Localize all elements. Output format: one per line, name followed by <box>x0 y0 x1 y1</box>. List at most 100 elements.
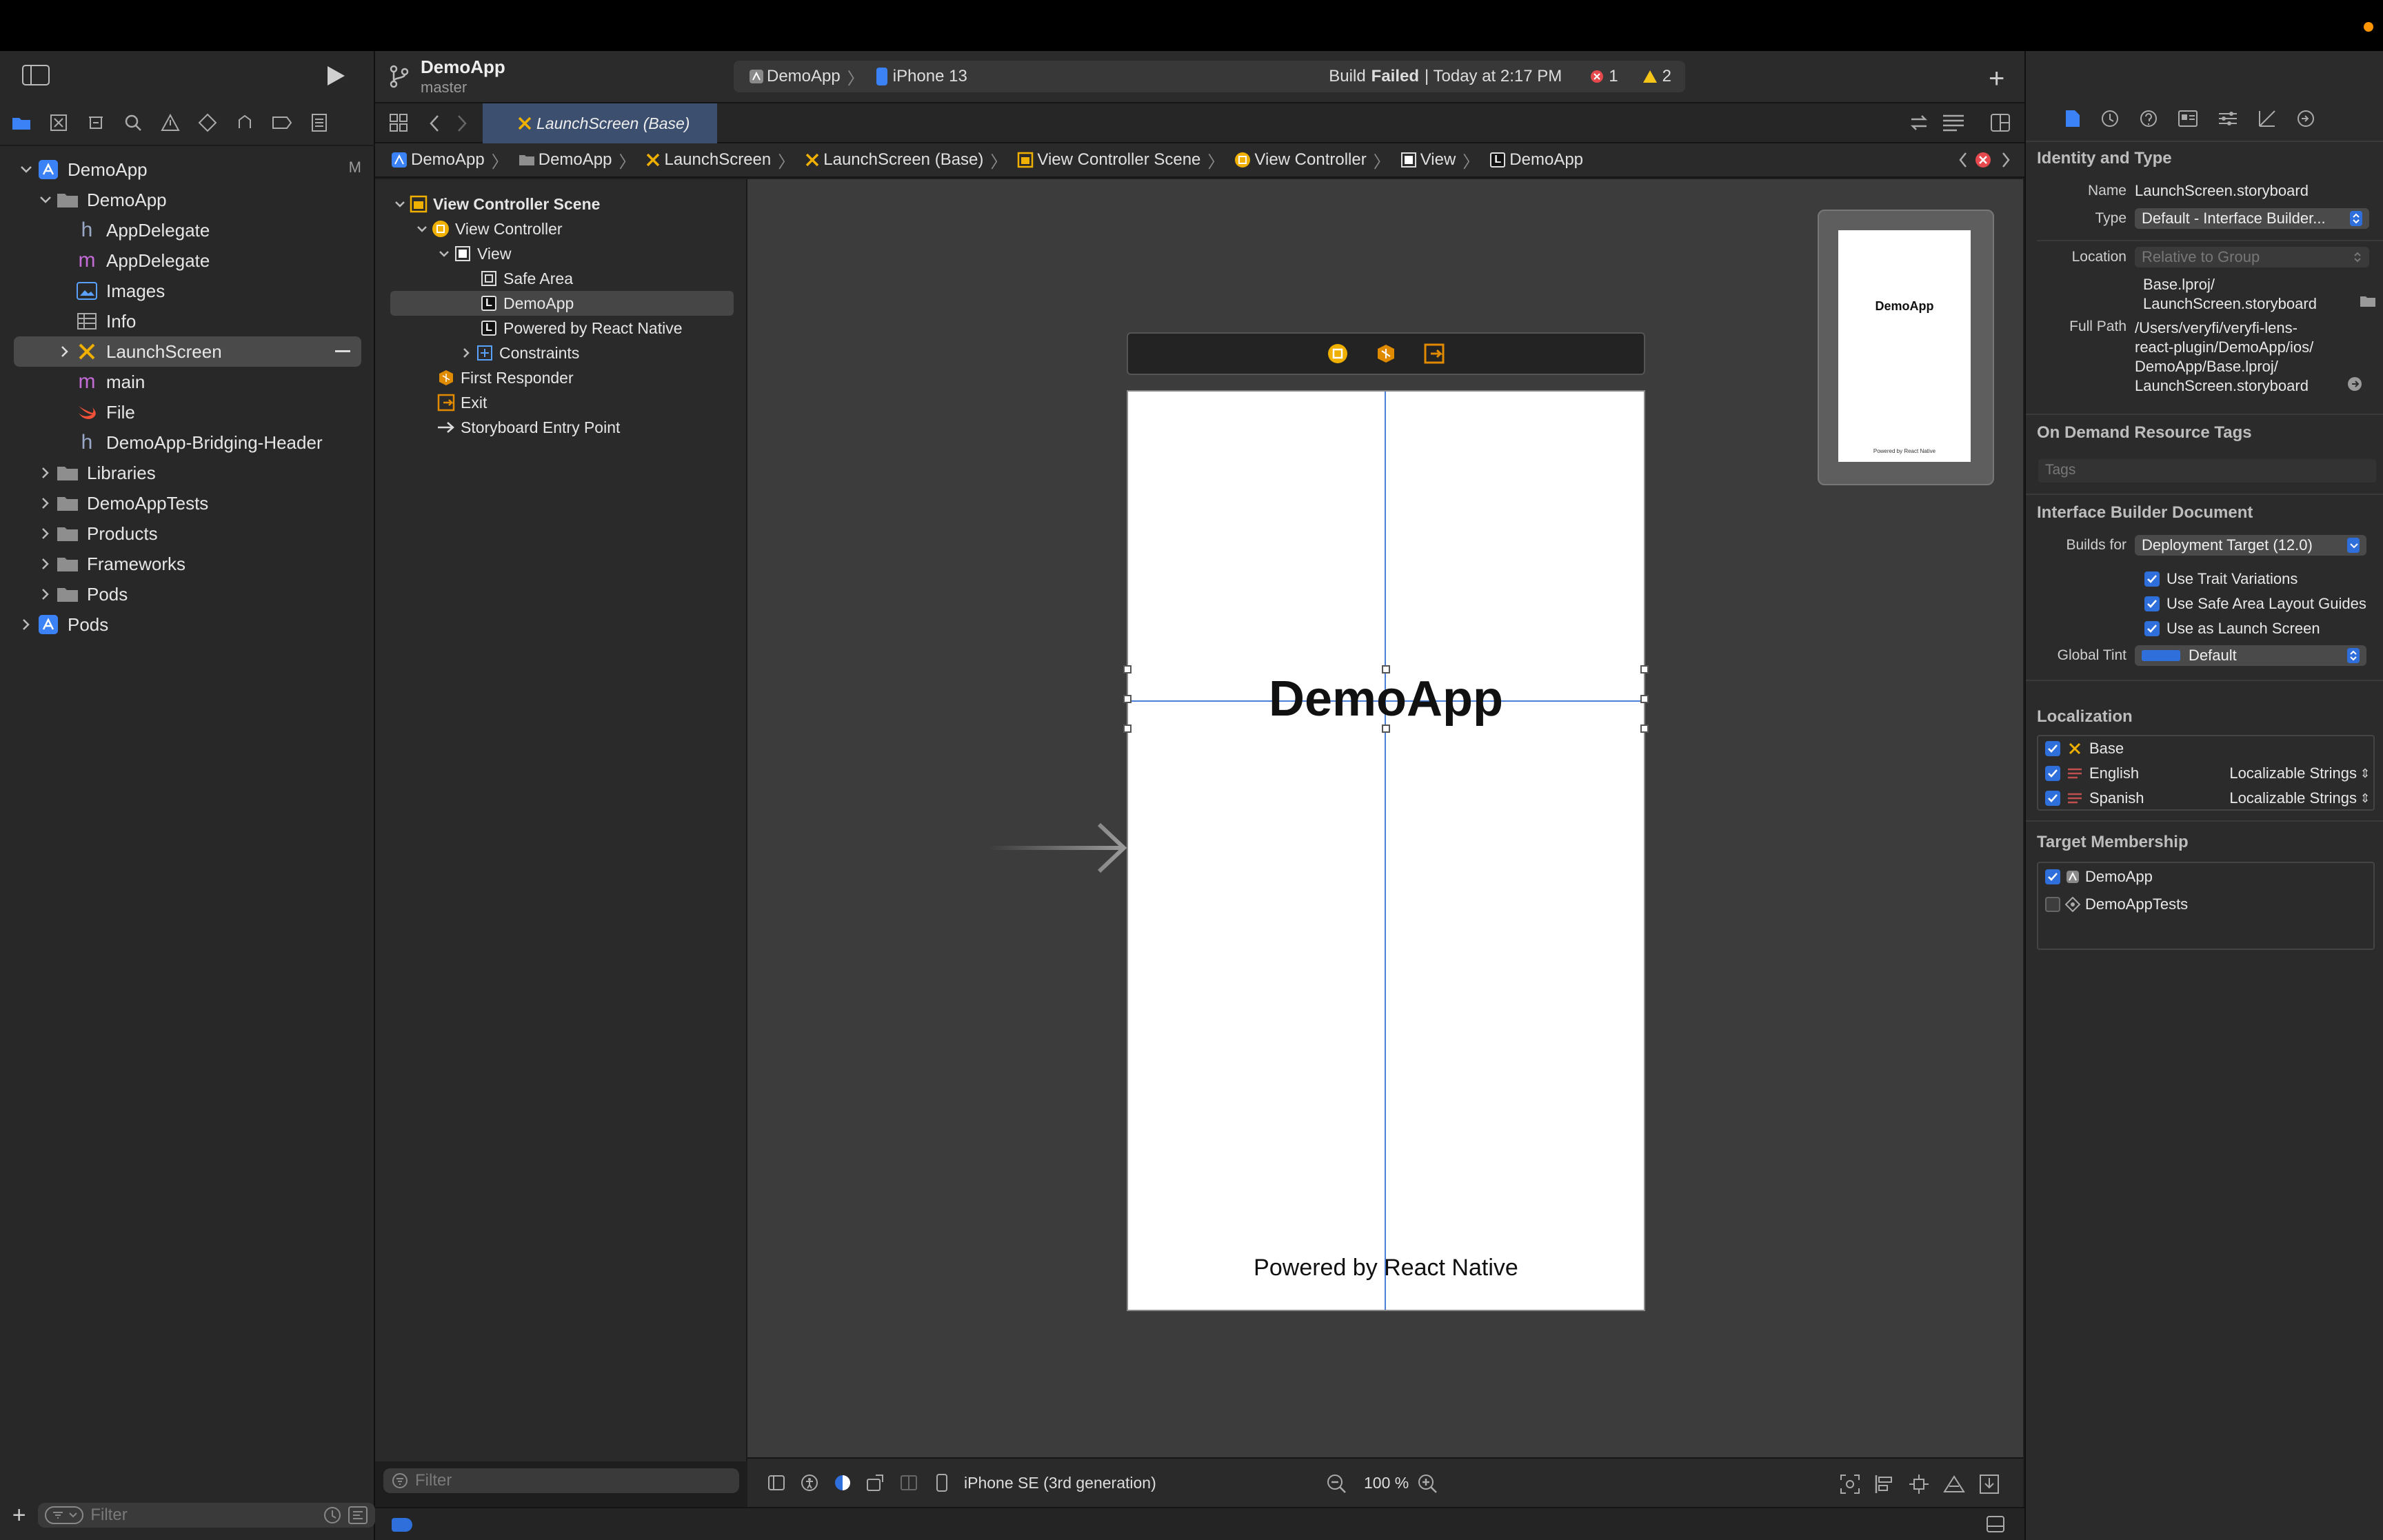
chevron-updown-icon[interactable]: ⇕ <box>2357 767 2373 781</box>
test-navigator-icon[interactable] <box>189 100 226 145</box>
resize-handle[interactable] <box>1640 665 1649 673</box>
outline-item-demoapp-label[interactable]: L DemoApp <box>390 291 734 316</box>
related-items-icon[interactable] <box>1909 113 1929 132</box>
outline-toggle-icon[interactable] <box>760 1475 793 1491</box>
forward-icon[interactable] <box>456 114 467 132</box>
exit-icon[interactable] <box>1424 343 1445 364</box>
tree-item-products[interactable]: Products <box>0 518 375 549</box>
resize-handle[interactable] <box>1640 725 1649 733</box>
resize-handle[interactable] <box>1640 695 1649 703</box>
chevron-down-icon[interactable] <box>392 192 408 216</box>
device-icon[interactable] <box>925 1473 958 1492</box>
previous-issue-icon[interactable] <box>1958 152 1968 168</box>
outline-item-safe-area[interactable]: Safe Area <box>375 266 747 291</box>
outline-filter-field[interactable]: Filter <box>383 1468 739 1493</box>
update-frames-icon[interactable] <box>1840 1474 1860 1495</box>
tree-item-main[interactable]: m main <box>0 367 375 397</box>
tree-item-folder-demoapp[interactable]: DemoApp <box>0 185 375 215</box>
reveal-in-finder-icon[interactable] <box>2347 376 2362 392</box>
crumb-storyboard[interactable]: LaunchScreen <box>664 150 771 170</box>
grid-icon[interactable] <box>389 113 408 132</box>
outline-item-scene[interactable]: View Controller Scene <box>375 192 747 216</box>
outline-item-first-responder[interactable]: First Responder <box>375 365 747 390</box>
issue-navigator-icon[interactable] <box>152 100 189 145</box>
accessibility-icon[interactable] <box>793 1474 826 1492</box>
crumb-folder[interactable]: DemoApp <box>539 150 612 170</box>
chevron-right-icon[interactable] <box>55 336 74 367</box>
tree-item-file[interactable]: File <box>0 397 375 427</box>
recent-files-icon[interactable] <box>323 1506 342 1525</box>
chevron-right-icon[interactable] <box>36 458 55 488</box>
chevron-updown-icon[interactable]: ⇕ <box>2357 791 2373 806</box>
back-icon[interactable] <box>429 114 440 132</box>
warning-icon[interactable] <box>1642 70 1658 83</box>
launch-screen-view[interactable]: DemoApp Powered by React Native <box>1123 390 1649 1311</box>
error-icon[interactable] <box>1589 70 1605 83</box>
entry-point-arrow-icon[interactable] <box>989 820 1127 875</box>
sidebar-toggle-icon[interactable] <box>22 65 50 85</box>
chevron-right-icon[interactable] <box>458 341 474 365</box>
chevron-right-icon[interactable] <box>17 609 36 640</box>
name-value[interactable]: LaunchScreen.storyboard <box>2135 182 2309 200</box>
localization-row[interactable]: Spanish Localizable Strings ⇕ <box>2038 786 2373 811</box>
tree-item-frameworks[interactable]: Frameworks <box>0 549 375 579</box>
help-inspector-icon[interactable] <box>2139 109 2158 128</box>
view-controller-icon[interactable] <box>1327 343 1348 364</box>
add-icon[interactable]: + <box>0 1502 38 1529</box>
crumb-label[interactable]: DemoApp <box>1509 150 1583 170</box>
checkbox-checked-icon[interactable] <box>2045 791 2060 806</box>
outline-item-constraints[interactable]: Constraints <box>375 341 747 365</box>
tree-item-project-demoapp[interactable]: DemoApp M <box>0 154 375 185</box>
size-inspector-icon[interactable] <box>2258 109 2277 128</box>
resize-handle[interactable] <box>1123 725 1132 733</box>
outline-item-view-controller[interactable]: View Controller <box>375 216 747 241</box>
chevron-down-icon[interactable] <box>36 185 55 215</box>
tree-item-launchscreen[interactable]: LaunchScreen <box>14 336 361 367</box>
outline-item-exit[interactable]: Exit <box>375 390 747 415</box>
device-selector[interactable]: iPhone 13 <box>893 67 967 86</box>
target-row[interactable]: DemoApp <box>2038 863 2373 891</box>
tags-field[interactable]: Tags <box>2038 459 2376 483</box>
issue-error-icon[interactable] <box>1975 152 1991 168</box>
layout-icon[interactable] <box>892 1475 925 1491</box>
run-icon[interactable] <box>325 65 346 87</box>
zoom-in-icon[interactable] <box>1418 1474 1438 1495</box>
resolve-issues-icon[interactable] <box>1943 1474 1965 1495</box>
symbol-navigator-icon[interactable] <box>77 100 114 145</box>
chevron-down-icon[interactable] <box>414 216 430 241</box>
connections-inspector-icon[interactable] <box>2296 109 2315 128</box>
breakpoint-navigator-icon[interactable] <box>263 100 301 145</box>
chevron-right-icon[interactable] <box>36 518 55 549</box>
report-navigator-icon[interactable] <box>301 100 338 145</box>
builds-for-popup[interactable]: Deployment Target (12.0) <box>2135 535 2366 556</box>
remove-icon[interactable] <box>335 350 350 352</box>
option-use-trait-variations[interactable]: Use Trait Variations <box>2144 567 2366 591</box>
option-launch-screen[interactable]: Use as Launch Screen <box>2144 616 2366 641</box>
first-responder-icon[interactable] <box>1376 343 1396 364</box>
localization-kind[interactable]: Localizable Strings <box>2229 764 2357 782</box>
history-inspector-icon[interactable] <box>2100 109 2120 128</box>
filter-options-icon[interactable] <box>45 1506 84 1524</box>
storyboard-canvas[interactable]: DemoApp Powered by React Native DemoApp … <box>747 179 2023 1457</box>
file-inspector-icon[interactable] <box>2064 109 2081 128</box>
checkbox-checked-icon[interactable] <box>2144 621 2160 636</box>
checkbox-checked-icon[interactable] <box>2045 741 2060 756</box>
folder-browse-icon[interactable] <box>2360 295 2376 307</box>
outline-item-view[interactable]: View <box>375 241 747 266</box>
tree-item-demoapptests[interactable]: DemoAppTests <box>0 488 375 518</box>
split-editor-icon[interactable] <box>1990 113 2011 132</box>
chevron-down-icon[interactable] <box>17 154 36 185</box>
checkbox-unchecked-icon[interactable] <box>2045 897 2060 912</box>
resize-handle[interactable] <box>1123 695 1132 703</box>
tree-item-info[interactable]: Info <box>0 306 375 336</box>
outline-item-entry-point[interactable]: Storyboard Entry Point <box>375 415 747 440</box>
find-icon[interactable] <box>114 100 152 145</box>
demoapp-label[interactable]: DemoApp <box>1128 670 1644 728</box>
appearance-icon[interactable] <box>826 1474 859 1492</box>
outline-item-powered-label[interactable]: L Powered by React Native <box>375 316 747 341</box>
option-safe-area-guides[interactable]: Use Safe Area Layout Guides <box>2144 591 2366 616</box>
location-popup[interactable]: Relative to Group <box>2135 247 2369 267</box>
global-tint-popup[interactable]: Default <box>2135 645 2366 666</box>
chevron-right-icon[interactable] <box>36 488 55 518</box>
scheme-selector[interactable]: DemoApp <box>767 67 841 86</box>
